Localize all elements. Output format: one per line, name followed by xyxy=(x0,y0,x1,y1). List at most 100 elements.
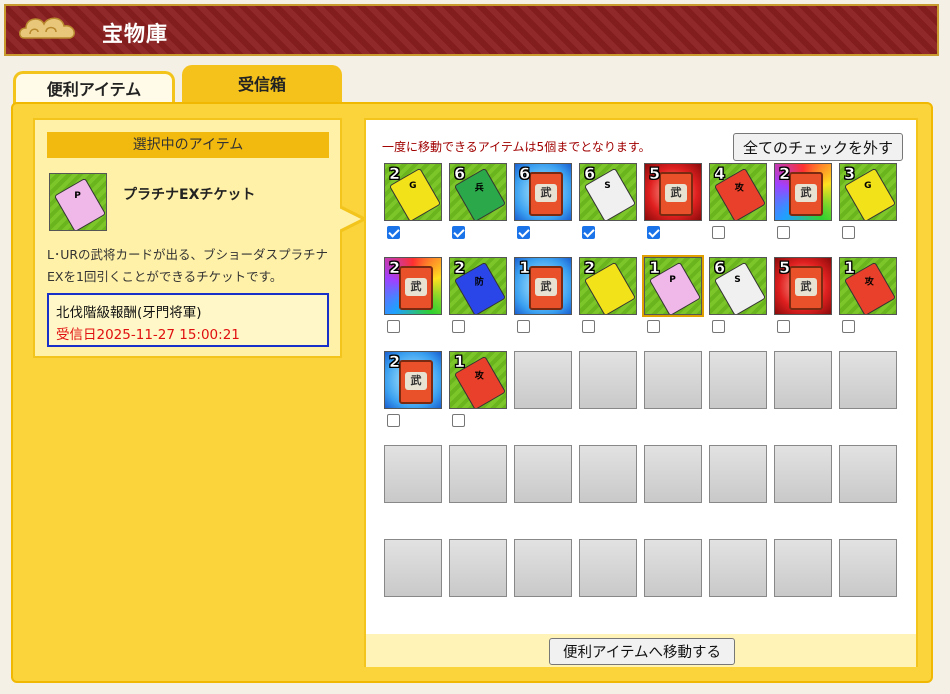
selected-item-received-date: 受信日2025-11-27 15:00:21 xyxy=(56,327,240,343)
item-checkbox[interactable] xyxy=(452,320,465,333)
uncheck-all-button[interactable]: 全てのチェックを外す xyxy=(733,133,903,161)
ticket-letter: 防 xyxy=(474,277,484,288)
item-checkbox[interactable] xyxy=(647,226,660,239)
item-count: 6 xyxy=(519,164,531,183)
inventory-item[interactable]: 兵6 xyxy=(449,163,507,221)
ticket-letter: G xyxy=(409,180,417,191)
item-count: 1 xyxy=(649,258,661,277)
item-count: 1 xyxy=(844,258,856,277)
empty-slot xyxy=(644,539,702,597)
empty-slot xyxy=(579,539,637,597)
inventory-item[interactable]: 攻4 xyxy=(709,163,767,221)
warlord-card-icon: 武 xyxy=(789,172,823,216)
inventory-item[interactable]: G2 xyxy=(384,163,442,221)
item-checkbox[interactable] xyxy=(712,226,725,239)
inventory-item[interactable]: 武6 xyxy=(514,163,572,221)
empty-slot xyxy=(839,539,897,597)
empty-slot xyxy=(514,539,572,597)
item-checkbox[interactable] xyxy=(517,226,530,239)
move-to-items-button[interactable]: 便利アイテムへ移動する xyxy=(549,638,735,665)
item-count: 2 xyxy=(389,258,401,277)
item-count: 1 xyxy=(519,258,531,277)
empty-slot xyxy=(514,445,572,503)
item-checkbox[interactable] xyxy=(842,320,855,333)
cloud-logo-icon xyxy=(19,17,75,39)
item-checkbox[interactable] xyxy=(452,414,465,427)
empty-slot xyxy=(839,351,897,409)
warlord-card-icon: 武 xyxy=(529,172,563,216)
item-checkbox[interactable] xyxy=(712,320,725,333)
item-checkbox[interactable] xyxy=(647,320,660,333)
item-checkbox[interactable] xyxy=(842,226,855,239)
empty-slot xyxy=(384,445,442,503)
ticket-letter: S xyxy=(604,181,611,192)
warlord-card-icon: 武 xyxy=(659,172,693,216)
inventory-item[interactable]: S6 xyxy=(579,163,637,221)
inventory-item[interactable]: 攻1 xyxy=(449,351,507,409)
inventory-item[interactable]: 2 xyxy=(579,257,637,315)
warlord-card-icon: 武 xyxy=(789,266,823,310)
empty-slot xyxy=(514,351,572,409)
item-count: 2 xyxy=(389,352,401,371)
ticket-letter: 兵 xyxy=(474,183,484,194)
inventory-item[interactable]: S6 xyxy=(709,257,767,315)
item-checkbox[interactable] xyxy=(517,320,530,333)
inbox-panel: 一度に移動できるアイテムは5個までとなります。 全てのチェックを外す 便利アイテ… xyxy=(364,118,918,667)
empty-slot xyxy=(644,445,702,503)
inventory-item[interactable]: P1 xyxy=(642,255,704,317)
item-checkbox[interactable] xyxy=(387,414,400,427)
item-count: 2 xyxy=(584,258,596,277)
empty-slot xyxy=(839,445,897,503)
item-count: 6 xyxy=(454,164,466,183)
item-checkbox[interactable] xyxy=(582,320,595,333)
warlord-card-icon: 武 xyxy=(399,360,433,404)
page-title: 宝物庫 xyxy=(102,22,168,46)
item-count: 4 xyxy=(714,164,726,183)
ticket-letter: G xyxy=(864,180,872,191)
empty-slot xyxy=(774,539,832,597)
selected-item-name: プラチナEXチケット xyxy=(123,187,256,203)
item-checkbox[interactable] xyxy=(387,320,400,333)
item-checkbox[interactable] xyxy=(387,226,400,239)
item-checkbox[interactable] xyxy=(777,320,790,333)
empty-slot xyxy=(709,351,767,409)
empty-slot xyxy=(644,351,702,409)
inventory-item[interactable]: 防2 xyxy=(449,257,507,315)
ticket-letter: 攻 xyxy=(734,183,744,194)
inventory-item[interactable]: 攻1 xyxy=(839,257,897,315)
inventory-item[interactable]: 武1 xyxy=(514,257,572,315)
empty-slot xyxy=(774,351,832,409)
inventory-item[interactable]: 武5 xyxy=(644,163,702,221)
empty-slot xyxy=(579,445,637,503)
inventory-item[interactable]: 武5 xyxy=(774,257,832,315)
inventory-item[interactable]: 武2 xyxy=(384,351,442,409)
item-count: 1 xyxy=(454,352,466,371)
selected-item-source: 北伐階級報酬(牙門将軍) xyxy=(56,305,202,321)
selected-item-heading: 選択中のアイテム xyxy=(47,132,329,158)
item-count: 3 xyxy=(844,164,856,183)
move-limit-notice: 一度に移動できるアイテムは5個までとなります。 xyxy=(382,140,651,154)
empty-slot xyxy=(384,539,442,597)
warlord-card-icon: 武 xyxy=(529,266,563,310)
item-count: 6 xyxy=(714,258,726,277)
empty-slot xyxy=(579,351,637,409)
tab-inbox[interactable]: 受信箱 xyxy=(182,65,342,105)
item-checkbox[interactable] xyxy=(582,226,595,239)
item-checkbox[interactable] xyxy=(452,226,465,239)
item-count: 6 xyxy=(584,164,596,183)
inventory-item[interactable]: 武2 xyxy=(384,257,442,315)
ticket-letter: S xyxy=(734,275,741,286)
selected-item-description: L･URの武将カードが出る、ブショーダスプラチナEXを1回引くことができるチケッ… xyxy=(47,247,329,284)
selected-item-source-box: 北伐階級報酬(牙門将軍) 受信日2025-11-27 15:00:21 xyxy=(47,293,329,347)
inventory-item[interactable]: 武2 xyxy=(774,163,832,221)
tab-convenience-items[interactable]: 便利アイテム xyxy=(13,71,175,105)
selected-item-icon: P xyxy=(49,173,107,231)
inventory-item[interactable]: G3 xyxy=(839,163,897,221)
warlord-card-icon: 武 xyxy=(399,266,433,310)
empty-slot xyxy=(709,445,767,503)
selected-item-panel: 選択中のアイテム P プラチナEXチケット L･URの武将カードが出る、ブショー… xyxy=(33,118,342,358)
ticket-letter: P xyxy=(669,275,676,286)
empty-slot xyxy=(449,445,507,503)
item-count: 5 xyxy=(649,164,661,183)
item-checkbox[interactable] xyxy=(777,226,790,239)
